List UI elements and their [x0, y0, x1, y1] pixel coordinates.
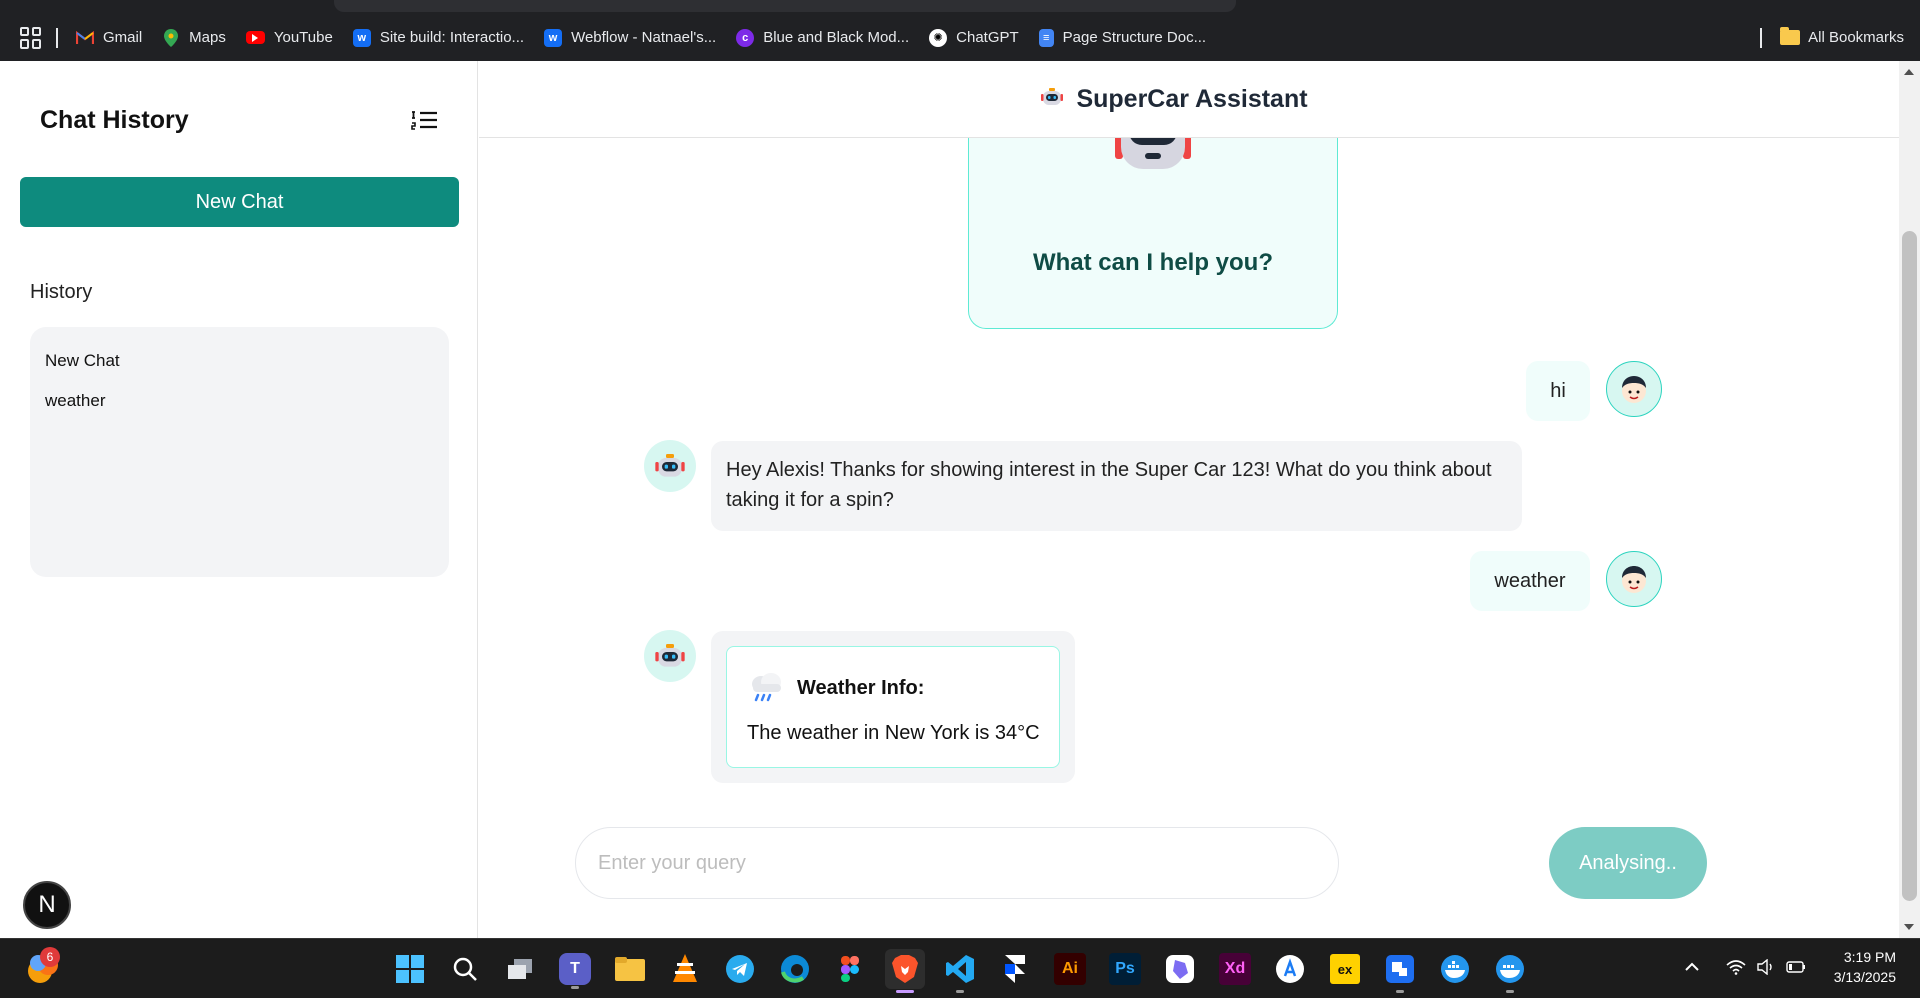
browser-chrome: Gmail Maps YouTube w Site build: Interac… — [0, 0, 1920, 61]
robot-icon — [655, 454, 685, 477]
search-icon[interactable] — [445, 949, 485, 989]
robot-icon — [1040, 85, 1064, 114]
history-item[interactable]: New Chat — [30, 341, 449, 381]
photoshop-icon[interactable]: Ps — [1109, 953, 1141, 985]
menu-list-icon[interactable] — [410, 108, 438, 132]
active-tab[interactable] — [334, 0, 1236, 12]
docker-icon[interactable] — [1435, 949, 1475, 989]
user-message: hi — [1526, 361, 1590, 421]
adobe-xd-icon[interactable]: Xd — [1219, 953, 1251, 985]
sidebar-title: Chat History — [40, 106, 189, 134]
taskbar-apps: T Ai Ps Xd ex — [390, 949, 1545, 993]
bookmarks-bar: Gmail Maps YouTube w Site build: Interac… — [0, 14, 1920, 61]
history-list: New Chat weather — [30, 327, 449, 577]
windows-start-icon[interactable] — [390, 949, 430, 989]
illustrator-icon[interactable]: Ai — [1054, 953, 1086, 985]
bookmark-page-structure[interactable]: ≡ Page Structure Doc... — [1038, 28, 1206, 47]
bot-weather-message: Weather Info: The weather in New York is… — [711, 631, 1075, 783]
expo-icon[interactable]: ex — [1330, 954, 1360, 984]
page-title: SuperCar Assistant — [1076, 84, 1308, 113]
user-face-icon — [1622, 376, 1646, 403]
webflow-icon: w — [544, 28, 563, 47]
figma-icon[interactable] — [830, 949, 870, 989]
user-face-icon — [1622, 566, 1646, 593]
bot-avatar — [644, 630, 696, 682]
scroll-thumb[interactable] — [1902, 231, 1917, 901]
wifi-icon[interactable] — [1726, 957, 1746, 977]
postman-icon[interactable] — [1380, 949, 1420, 993]
obsidian-icon[interactable] — [1160, 949, 1200, 989]
brave-browser-icon[interactable] — [885, 949, 925, 993]
notification-badge: 6 — [40, 947, 60, 967]
all-bookmarks[interactable]: All Bookmarks — [1760, 14, 1904, 61]
system-clock[interactable]: 3:19 PM 3/13/2025 — [1834, 947, 1896, 987]
weather-text: The weather in New York is 34°C — [747, 722, 1040, 744]
bot-message: Hey Alexis! Thanks for showing interest … — [711, 441, 1522, 531]
rain-cloud-icon — [749, 669, 785, 705]
page-scrollbar[interactable] — [1899, 61, 1920, 938]
app-store-icon[interactable] — [1270, 949, 1310, 989]
scroll-up-arrow-icon[interactable] — [1904, 69, 1914, 75]
chevron-up-icon[interactable] — [1682, 957, 1702, 977]
file-explorer-icon[interactable] — [610, 949, 650, 989]
bookmark-youtube[interactable]: YouTube — [245, 29, 333, 46]
analysing-button[interactable]: Analysing.. — [1549, 827, 1707, 899]
bookmark-gmail[interactable]: Gmail — [76, 29, 142, 47]
bookmark-webflow[interactable]: w Webflow - Natnael's... — [544, 28, 716, 47]
weather-card: Weather Info: The weather in New York is… — [726, 646, 1060, 768]
system-tray: 3:19 PM 3/13/2025 — [1682, 947, 1896, 987]
chatgpt-icon: ✺ — [929, 28, 948, 47]
windows-taskbar: 6 T Ai Ps Xd ex 3:19 PM 3/13/2025 — [0, 938, 1920, 998]
scroll-down-arrow-icon[interactable] — [1904, 924, 1914, 930]
user-avatar — [1606, 551, 1662, 607]
weather-title: Weather Info: — [797, 677, 925, 699]
maps-icon — [162, 28, 180, 47]
youtube-icon — [245, 31, 265, 44]
docs-icon: ≡ — [1038, 28, 1054, 47]
teams-icon[interactable]: T — [559, 953, 591, 989]
chat-history-sidebar: Chat History New Chat History New Chat w… — [0, 61, 478, 938]
gmail-icon — [76, 29, 94, 47]
battery-icon[interactable] — [1786, 957, 1806, 977]
history-item[interactable]: weather — [30, 381, 449, 421]
user-message: weather — [1470, 551, 1590, 611]
bookmark-site-build[interactable]: w Site build: Interactio... — [352, 28, 524, 47]
bot-avatar — [644, 440, 696, 492]
history-heading: History — [30, 281, 93, 303]
bookmark-canva[interactable]: c Blue and Black Mod... — [736, 28, 909, 47]
webflow-icon: w — [352, 28, 371, 47]
clock-date: 3/13/2025 — [1833, 969, 1896, 985]
telegram-icon[interactable] — [720, 949, 760, 989]
new-chat-button[interactable]: New Chat — [20, 177, 459, 227]
framer-icon[interactable] — [995, 949, 1035, 989]
canva-icon: c — [736, 28, 755, 47]
tab-strip — [0, 0, 1920, 14]
robot-icon — [655, 644, 685, 667]
folder-icon — [1780, 27, 1801, 45]
bookmark-chatgpt[interactable]: ✺ ChatGPT — [929, 28, 1019, 47]
volume-icon[interactable] — [1756, 957, 1776, 977]
edge-icon[interactable] — [775, 949, 815, 989]
user-avatar — [1606, 361, 1662, 417]
clock-time: 3:19 PM — [1843, 949, 1896, 965]
vlc-icon[interactable] — [665, 949, 705, 989]
apps-grid-icon[interactable] — [20, 26, 42, 49]
chat-main: SuperCar Assistant What can I help you? … — [479, 61, 1899, 938]
query-input[interactable] — [575, 827, 1339, 899]
task-view-icon[interactable] — [500, 949, 540, 989]
welcome-prompt: What can I help you? — [1032, 249, 1273, 276]
bookmark-maps[interactable]: Maps — [162, 28, 226, 47]
chat-header: SuperCar Assistant — [479, 61, 1899, 138]
vscode-icon[interactable] — [940, 949, 980, 993]
docker-desktop-icon[interactable] — [1490, 949, 1530, 993]
dev-tools-badge[interactable]: N — [23, 881, 71, 929]
bookmarks-divider — [56, 27, 58, 48]
